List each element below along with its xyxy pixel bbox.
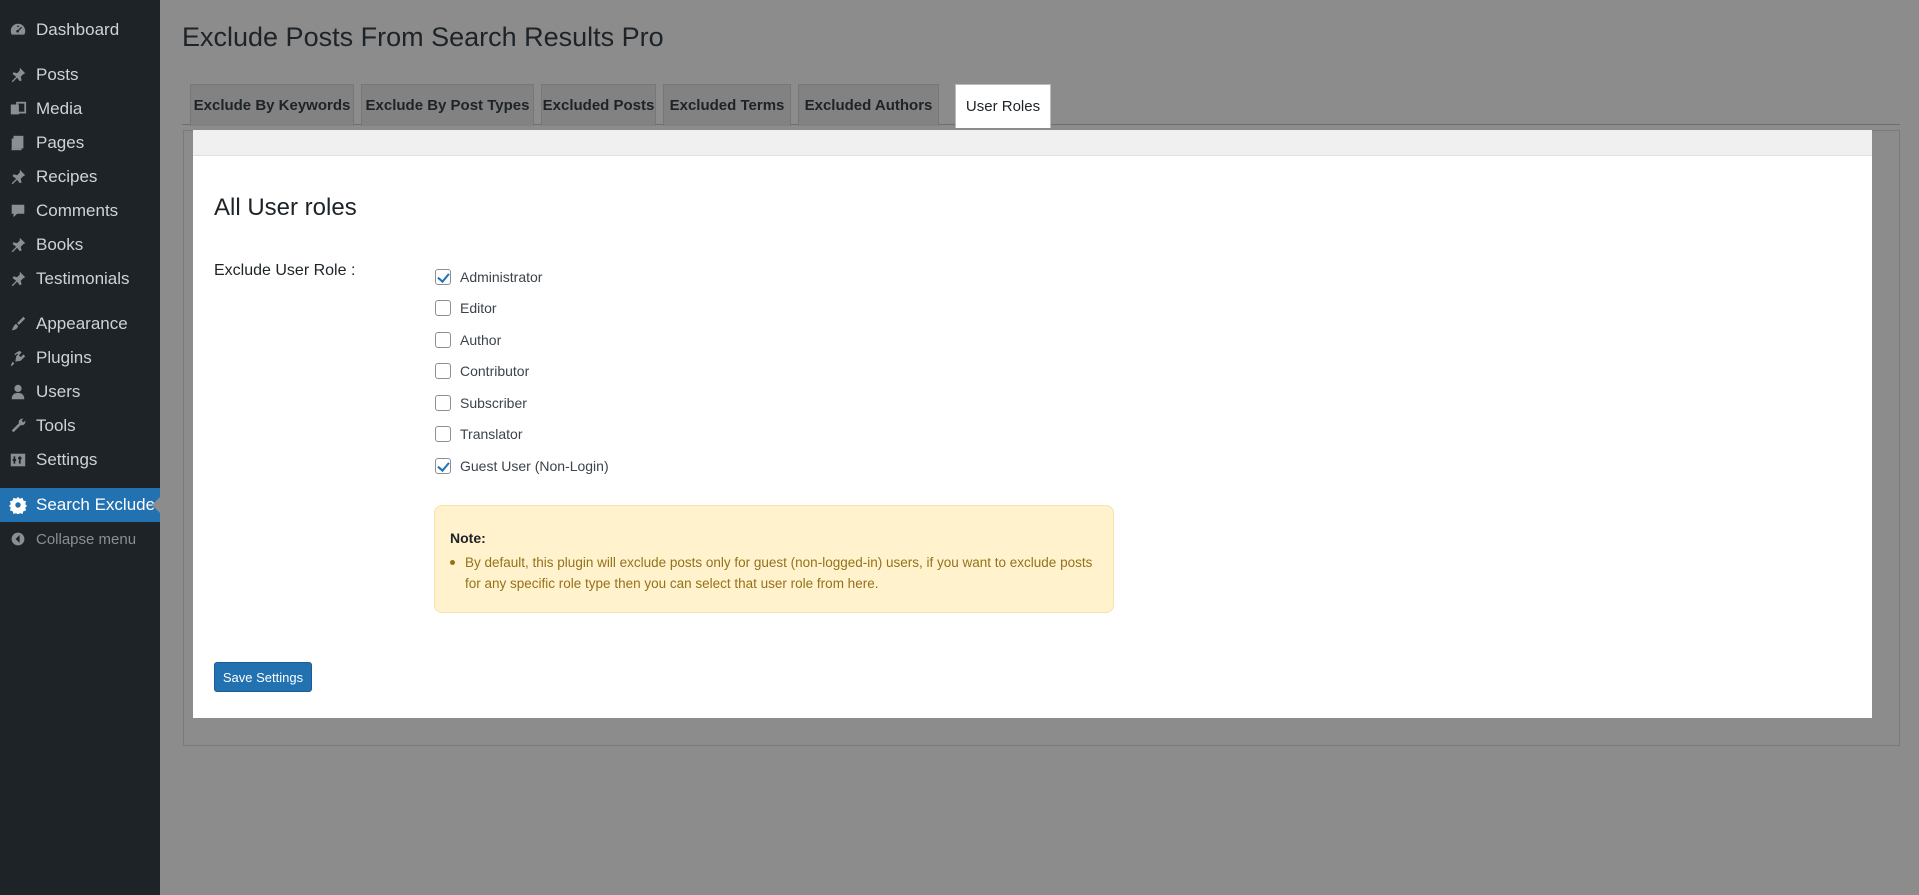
sidebar-item-label: Collapse menu bbox=[36, 530, 137, 548]
pin-icon bbox=[8, 269, 28, 289]
media-icon bbox=[8, 99, 28, 119]
note-box: Note: By default, this plugin will exclu… bbox=[434, 505, 1114, 613]
sidebar-item-dashboard[interactable]: Dashboard bbox=[0, 13, 160, 47]
checkbox[interactable] bbox=[435, 363, 451, 379]
settings-card: All User roles Exclude User Role : Admin… bbox=[193, 130, 1872, 718]
tab-excluded-terms[interactable]: Excluded Terms bbox=[663, 84, 791, 126]
sidebar-item-label: Dashboard bbox=[36, 20, 120, 39]
sidebar-item-recipes[interactable]: Recipes bbox=[0, 160, 160, 194]
sidebar-item-label: Users bbox=[36, 382, 81, 401]
dashboard-icon bbox=[8, 20, 28, 40]
card-header-strip bbox=[193, 130, 1872, 156]
sidebar-item-plugins[interactable]: Plugins bbox=[0, 341, 160, 375]
gear-icon bbox=[8, 495, 28, 515]
sidebar-item-search-exclude[interactable]: Search Exclude bbox=[0, 488, 160, 522]
comment-icon bbox=[8, 201, 28, 221]
pin-icon bbox=[8, 167, 28, 187]
tab-excluded-posts[interactable]: Excluded Posts bbox=[541, 84, 656, 126]
sidebar-item-settings[interactable]: Settings bbox=[0, 443, 160, 477]
checkbox[interactable] bbox=[435, 269, 451, 285]
sidebar-item-label: Books bbox=[36, 235, 84, 254]
collapse-icon bbox=[8, 529, 28, 549]
wrench-icon bbox=[8, 416, 28, 436]
plugin-icon bbox=[8, 348, 28, 368]
note-text: By default, this plugin will exclude pos… bbox=[465, 555, 1093, 591]
sidebar-item-testimonials[interactable]: Testimonials bbox=[0, 262, 160, 296]
sidebar-item-label: Testimonials bbox=[36, 269, 130, 288]
role-label: Subscriber bbox=[460, 395, 527, 411]
settings-icon bbox=[8, 450, 28, 470]
sidebar-item-label: Pages bbox=[36, 133, 85, 152]
sidebar-item-label: Tools bbox=[36, 416, 76, 435]
role-option-guest-user[interactable]: Guest User (Non-Login) bbox=[435, 456, 609, 476]
sidebar-item-comments[interactable]: Comments bbox=[0, 194, 160, 228]
role-label: Editor bbox=[460, 300, 497, 316]
role-label: Author bbox=[460, 332, 502, 348]
role-option-author[interactable]: Author bbox=[435, 330, 501, 350]
sidebar-item-users[interactable]: Users bbox=[0, 375, 160, 409]
role-label: Contributor bbox=[460, 363, 530, 379]
checkbox[interactable] bbox=[435, 300, 451, 316]
admin-sidebar: Dashboard Posts Media Pages Recipes Comm… bbox=[0, 0, 160, 895]
tab-exclude-by-keywords[interactable]: Exclude By Keywords bbox=[190, 84, 354, 126]
pin-icon bbox=[8, 235, 28, 255]
role-option-contributor[interactable]: Contributor bbox=[435, 361, 529, 381]
role-option-translator[interactable]: Translator bbox=[435, 424, 523, 444]
sidebar-item-pages[interactable]: Pages bbox=[0, 126, 160, 160]
pin-icon bbox=[8, 65, 28, 85]
tab-excluded-authors[interactable]: Excluded Authors bbox=[798, 84, 939, 126]
sidebar-item-label: Posts bbox=[36, 65, 79, 84]
sidebar-item-label: Appearance bbox=[36, 314, 128, 333]
role-option-administrator[interactable]: Administrator bbox=[435, 267, 542, 287]
collapse-menu-button[interactable]: Collapse menu bbox=[0, 522, 160, 556]
brush-icon bbox=[8, 314, 28, 334]
field-label: Exclude User Role : bbox=[214, 262, 356, 279]
checkbox[interactable] bbox=[435, 458, 451, 474]
sidebar-item-label: Search Exclude bbox=[36, 495, 156, 514]
checkbox[interactable] bbox=[435, 426, 451, 442]
tab-exclude-by-post-types[interactable]: Exclude By Post Types bbox=[361, 84, 534, 126]
note-title: Note: bbox=[450, 530, 486, 546]
sidebar-item-books[interactable]: Books bbox=[0, 228, 160, 262]
page-title: Exclude Posts From Search Results Pro bbox=[182, 22, 664, 52]
sidebar-item-label: Plugins bbox=[36, 348, 92, 367]
bullet-icon bbox=[450, 560, 455, 565]
role-label: Guest User (Non-Login) bbox=[460, 458, 609, 474]
sidebar-item-label: Recipes bbox=[36, 167, 98, 186]
save-settings-button[interactable]: Save Settings bbox=[214, 662, 312, 692]
sidebar-item-media[interactable]: Media bbox=[0, 92, 160, 126]
user-icon bbox=[8, 382, 28, 402]
role-label: Administrator bbox=[460, 269, 543, 285]
section-title: All User roles bbox=[214, 194, 357, 221]
sidebar-item-label: Comments bbox=[36, 201, 119, 220]
tab-bar: Exclude By Keywords Exclude By Post Type… bbox=[182, 84, 1900, 128]
sidebar-item-tools[interactable]: Tools bbox=[0, 409, 160, 443]
pages-icon bbox=[8, 133, 28, 153]
sidebar-item-posts[interactable]: Posts bbox=[0, 58, 160, 92]
tab-user-roles[interactable]: User Roles bbox=[955, 84, 1051, 128]
sidebar-item-label: Settings bbox=[36, 450, 98, 469]
checkbox[interactable] bbox=[435, 332, 451, 348]
sidebar-item-appearance[interactable]: Appearance bbox=[0, 307, 160, 341]
role-option-subscriber[interactable]: Subscriber bbox=[435, 393, 527, 413]
role-label: Translator bbox=[460, 426, 523, 442]
sidebar-item-label: Media bbox=[36, 99, 83, 118]
role-option-editor[interactable]: Editor bbox=[435, 298, 497, 318]
checkbox[interactable] bbox=[435, 395, 451, 411]
